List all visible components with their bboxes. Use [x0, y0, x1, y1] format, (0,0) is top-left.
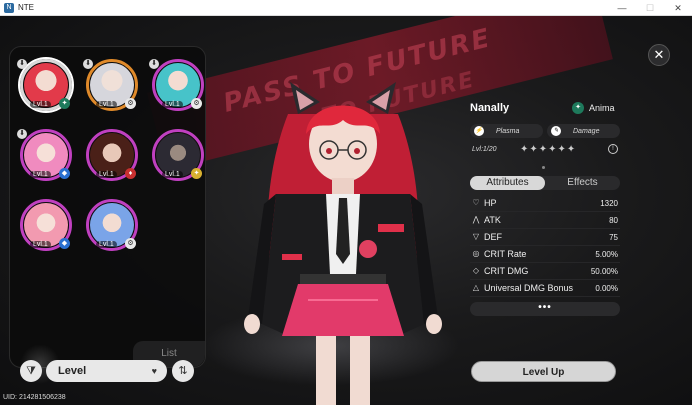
tag-plasma: ⚡ Plasma	[470, 124, 543, 138]
slot-level: Lvl.1	[96, 241, 117, 248]
level-text: Lvl:1/20	[472, 146, 497, 153]
stat-row: ♡ HP 1320	[470, 195, 620, 212]
damage-icon: ✎	[551, 126, 561, 136]
slot-level: Lvl.1	[30, 241, 51, 248]
rank-stars: ✦✦✦✦✦✦	[520, 144, 577, 155]
slot-level: Lvl.1	[96, 171, 117, 178]
plasma-icon: ⚡	[474, 126, 484, 136]
sort-value: Level	[58, 365, 87, 377]
stat-value: 50.00%	[590, 267, 618, 276]
character-slot-8[interactable]: Lvl.1 ⚙	[86, 199, 138, 251]
window-controls: — ☐ ✕	[608, 0, 692, 16]
gear-icon: ⚙	[125, 98, 136, 109]
character-slot-7[interactable]: Lvl.1 ◆	[20, 199, 72, 251]
stat-value: 80	[609, 216, 618, 225]
attack-icon: ⋀	[472, 215, 480, 224]
stat-name: Universal DMG Bonus	[484, 283, 574, 293]
pin-icon: ⬇	[17, 59, 27, 69]
tab-effects[interactable]: Effects	[545, 176, 620, 190]
stat-row: ◇ CRIT DMG 50.00%	[470, 263, 620, 280]
stat-row: ◎ CRIT Rate 5.00%	[470, 246, 620, 263]
filter-button[interactable]: ⧩	[20, 360, 42, 382]
name-row: Nanally ✦ Anima	[470, 100, 620, 118]
stat-name: CRIT Rate	[484, 249, 527, 259]
gear-icon: ⚙	[125, 238, 136, 249]
close-button[interactable]: ✕	[648, 44, 670, 66]
tab-attributes[interactable]: Attributes	[470, 176, 545, 190]
gear-icon: ⚙	[191, 98, 202, 109]
pin-icon: ⬇	[17, 129, 27, 139]
stat-name: CRIT DMG	[484, 266, 529, 276]
stat-name: HP	[484, 198, 497, 208]
character-name: Nanally	[470, 102, 510, 114]
diamond-icon: ◆	[59, 238, 70, 249]
diamond-icon: ◆	[59, 168, 70, 179]
element-name: Anima	[589, 103, 615, 113]
character-model[interactable]	[228, 74, 458, 405]
character-roster: ⬇ Lvl.1 ✦ ⬇ Lvl.1 ⚙ ⬇ Lvl.1 ⚙ ⬇ Lvl.1 ◆ …	[9, 46, 206, 368]
character-slot-1[interactable]: ⬇ Lvl.1 ✦	[17, 59, 72, 111]
separator-dot	[542, 166, 545, 169]
info-icon[interactable]: !	[608, 144, 618, 154]
role-tags: ⚡ Plasma ✎ Damage	[470, 124, 620, 138]
star-icon: ✦	[191, 168, 202, 179]
stat-value: 75	[609, 233, 618, 242]
level-up-button[interactable]: Level Up	[471, 361, 616, 382]
flame-icon: ♦	[125, 168, 136, 179]
stat-row: ⋀ ATK 80	[470, 212, 620, 229]
game-viewport: PASS TO FUTURE TO FUTURE ✕ ⬇ Lvl.1 ✦ ⬇ L…	[0, 16, 692, 405]
window-title: NTE	[18, 3, 34, 12]
shield-icon: ▽	[472, 232, 480, 241]
chevron-down-icon: ♥	[151, 366, 157, 376]
slot-level: Lvl.1	[162, 101, 183, 108]
minimize-button[interactable]: —	[608, 0, 636, 16]
slot-level: Lvl.1	[96, 101, 117, 108]
close-window-button[interactable]: ✕	[664, 0, 692, 16]
level-row: Lvl:1/20 ✦✦✦✦✦✦ !	[470, 144, 620, 156]
window-titlebar: N NTE — ☐ ✕	[0, 0, 692, 16]
character-slot-4[interactable]: ⬇ Lvl.1 ◆	[17, 129, 72, 181]
stat-value: 0.00%	[595, 284, 618, 293]
character-slot-5[interactable]: Lvl.1 ♦	[86, 129, 138, 181]
crit-rate-icon: ◎	[472, 249, 480, 258]
sort-order-icon: ⇅	[178, 365, 188, 377]
sort-order-button[interactable]: ⇅	[172, 360, 194, 382]
stat-name: DEF	[484, 232, 502, 242]
dmg-bonus-icon: △	[472, 283, 480, 292]
character-slot-2[interactable]: ⬇ Lvl.1 ⚙	[83, 59, 138, 111]
anima-icon: ✦	[572, 102, 584, 114]
uid-label: UID: 214281506238	[3, 394, 66, 401]
pin-icon: ⬇	[149, 59, 159, 69]
sort-dropdown[interactable]: Level ♥	[46, 360, 167, 382]
stat-row: ▽ DEF 75	[470, 229, 620, 246]
pin-icon: ⬇	[83, 59, 93, 69]
stat-row: △ Universal DMG Bonus 0.00%	[470, 280, 620, 297]
tag-label: Damage	[573, 127, 600, 135]
heart-icon: ♡	[472, 198, 480, 207]
tag-label: Plasma	[496, 127, 520, 135]
slot-level: Lvl.1	[30, 171, 51, 178]
app-icon: N	[4, 2, 14, 13]
character-slot-6[interactable]: Lvl.1 ✦	[152, 129, 204, 181]
slot-level: Lvl.1	[30, 101, 51, 108]
more-stats-button[interactable]: •••	[470, 302, 620, 316]
filter-icon: ⧩	[26, 365, 36, 377]
character-info-panel: Nanally ✦ Anima ⚡ Plasma ✎ Damage Lvl:1/…	[470, 100, 620, 316]
stat-name: ATK	[484, 215, 501, 225]
stat-value: 1320	[600, 199, 618, 208]
stat-value: 5.00%	[595, 250, 618, 259]
stat-list: ♡ HP 1320 ⋀ ATK 80 ▽ DEF 75 ◎ CRIT Rate …	[470, 195, 620, 297]
slot-level: Lvl.1	[162, 171, 183, 178]
info-tabs: Attributes Effects	[470, 176, 620, 190]
anima-icon: ✦	[59, 98, 70, 109]
crit-dmg-icon: ◇	[472, 266, 480, 275]
tag-damage: ✎ Damage	[547, 124, 620, 138]
character-slot-3[interactable]: ⬇ Lvl.1 ⚙	[149, 59, 204, 111]
maximize-button[interactable]: ☐	[636, 0, 664, 16]
